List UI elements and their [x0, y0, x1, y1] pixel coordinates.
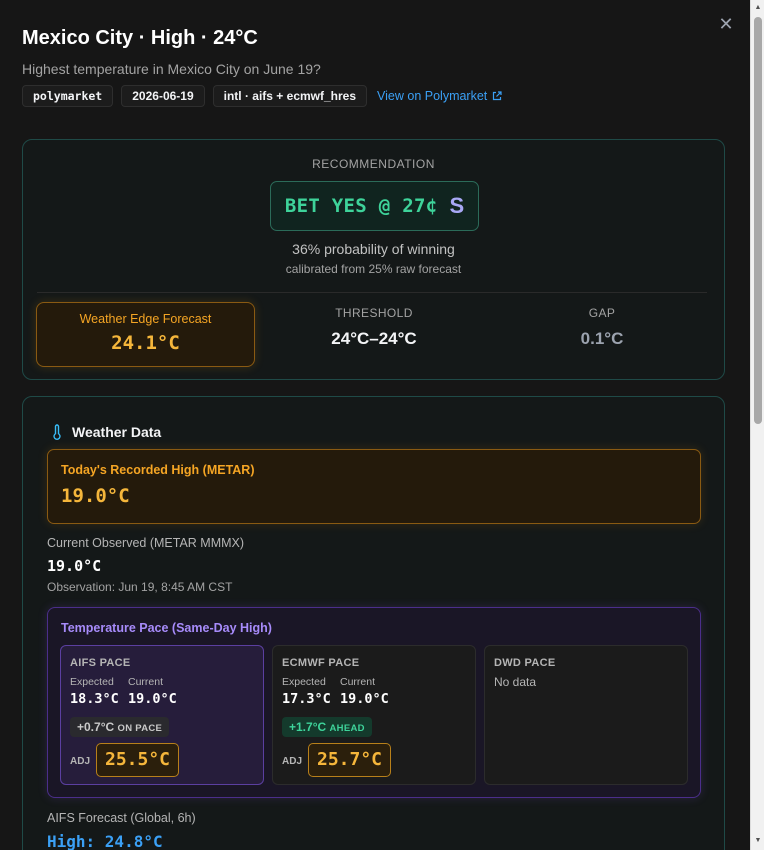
forecast-label: Weather Edge Forecast [79, 312, 212, 326]
dwd-pace-card[interactable]: DWD PACE No data [484, 645, 688, 785]
recommendation-card: RECOMMENDATION BET YES @ 27¢ S 36% proba… [22, 139, 725, 380]
bet-recommendation-badge[interactable]: BET YES @ 27¢ S [270, 181, 479, 231]
scroll-down-icon[interactable]: ▼ [751, 836, 764, 846]
current-label: Current [340, 676, 376, 688]
observed-label: Current Observed (METAR MMMX) [47, 536, 245, 550]
gap-label: GAP [588, 306, 616, 320]
forecast-value: 24.1°C [111, 332, 180, 354]
adj-value: 25.7°C [308, 743, 391, 777]
grade-badge: S [449, 193, 465, 218]
adj-value: 25.5°C [96, 743, 179, 777]
weather-data-title: Weather Data [72, 424, 162, 440]
close-icon[interactable]: ✕ [716, 14, 736, 34]
pace-delta: +1.7°C [289, 720, 327, 734]
aifs-forecast-label: AIFS Forecast (Global, 6h) [47, 811, 196, 825]
market-detail-modal: ✕ Mexico City · High · 24°C Highest temp… [0, 0, 750, 850]
observation-time: Observation: Jun 19, 8:45 AM CST [47, 580, 233, 594]
pace-status: ON PACE [117, 723, 163, 734]
ecmwf-pace-card[interactable]: ECMWF PACE Expected Current 17.3°C 19.0°… [272, 645, 476, 785]
scrollbar-thumb[interactable] [754, 17, 762, 424]
link-label: View on Polymarket [377, 89, 488, 103]
scrollbar[interactable]: ▲ ▼ [750, 0, 764, 850]
bet-label: BET YES @ 27¢ [284, 195, 438, 217]
expected-label: Expected [70, 676, 114, 688]
threshold-stat: THRESHOLD 24°C–24°C [264, 306, 484, 349]
pace-name: ECMWF PACE [282, 657, 360, 669]
current-value: 19.0°C [128, 691, 177, 707]
threshold-label: THRESHOLD [335, 306, 413, 320]
adj-label: ADJ [282, 756, 303, 767]
current-value: 19.0°C [340, 691, 389, 707]
no-data-text: No data [494, 675, 537, 689]
date-tag: 2026-06-19 [121, 85, 205, 107]
recommendation-label: RECOMMENDATION [312, 157, 435, 171]
adj-label: ADJ [70, 756, 91, 767]
pace-status-badge: +1.7°C AHEAD [282, 717, 372, 737]
threshold-value: 24°C–24°C [331, 329, 417, 348]
pace-status-badge: +0.7°C ON PACE [70, 717, 170, 737]
market-question: Highest temperature in Mexico City on Ju… [22, 61, 321, 77]
expected-value: 17.3°C [282, 691, 331, 707]
pace-delta: +0.7°C [77, 720, 115, 734]
page-title: Mexico City · High · 24°C [22, 27, 258, 49]
thermometer-icon [53, 424, 61, 440]
expected-value: 18.3°C [70, 691, 119, 707]
current-label: Current [128, 676, 164, 688]
gap-value: 0.1°C [580, 329, 624, 348]
tag-row: polymarket 2026-06-19 intl · aifs + ecmw… [22, 85, 502, 107]
scroll-up-icon[interactable]: ▲ [751, 3, 764, 13]
pace-status: AHEAD [329, 723, 365, 734]
temperature-pace-box: Temperature Pace (Same-Day High) AIFS PA… [47, 607, 701, 798]
win-probability: 36% probability of winning [292, 241, 455, 257]
recorded-high-label: Today's Recorded High (METAR) [61, 463, 255, 477]
calibration-note: calibrated from 25% raw forecast [285, 262, 462, 276]
expected-label: Expected [282, 676, 326, 688]
recorded-high-value: 19.0°C [61, 485, 130, 507]
observed-value: 19.0°C [47, 557, 102, 575]
external-link-icon [493, 91, 502, 101]
pace-name: DWD PACE [494, 657, 556, 669]
aifs-forecast-value: High: 24.8°C [47, 832, 163, 850]
view-on-polymarket-link[interactable]: View on Polymarket [377, 89, 502, 103]
source-tag: polymarket [22, 85, 114, 107]
aifs-pace-card[interactable]: AIFS PACE Expected Current 18.3°C 19.0°C… [60, 645, 264, 785]
gap-stat: GAP 0.1°C [492, 306, 712, 349]
pace-title: Temperature Pace (Same-Day High) [61, 621, 272, 635]
weather-data-card: Weather Data Today's Recorded High (META… [22, 396, 725, 850]
divider [37, 292, 707, 293]
model-tag: intl · aifs + ecmwf_hres [212, 85, 368, 107]
weather-data-header: Weather Data [51, 424, 161, 440]
forecast-box: Weather Edge Forecast 24.1°C [36, 302, 255, 367]
pace-name: AIFS PACE [70, 657, 131, 669]
recorded-high-box: Today's Recorded High (METAR) 19.0°C [47, 449, 701, 524]
